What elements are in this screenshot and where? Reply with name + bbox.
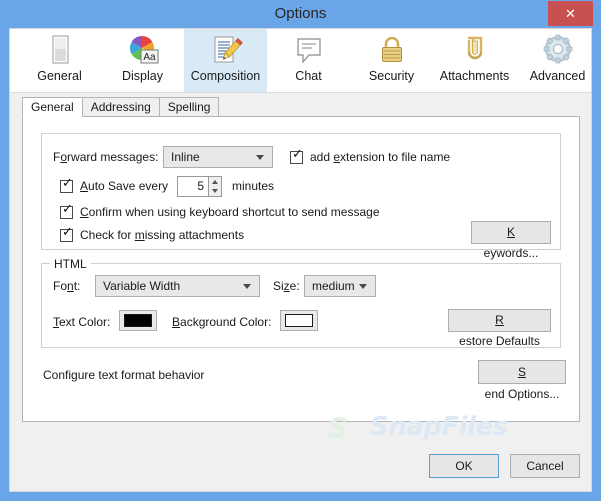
checkmark-icon: ✓: [62, 176, 73, 191]
svg-text:Aa: Aa: [143, 52, 156, 63]
check-missing-attachments-label: Check for missing attachments: [80, 228, 245, 242]
text-color-label: Text Color:: [53, 315, 111, 329]
font-label: Font:: [53, 279, 81, 293]
document-page-icon: [43, 34, 77, 66]
category-toolbar: General Aa Display Composition Chat Secu…: [10, 29, 591, 93]
toolbar-item-label: Composition: [190, 69, 261, 83]
background-color-swatch-button[interactable]: [280, 310, 318, 331]
forward-messages-label: Forward messages:: [53, 150, 159, 164]
text-color-swatch: [124, 314, 152, 327]
tab-addressing[interactable]: Addressing: [81, 97, 160, 117]
auto-save-minutes-stepper[interactable]: [209, 176, 222, 197]
close-button[interactable]: ✕: [548, 1, 593, 26]
confirm-shortcut-label: Confirm when using keyboard shortcut to …: [80, 205, 380, 219]
chevron-down-icon: [243, 284, 251, 289]
checkbox-box: ✓: [60, 176, 73, 193]
auto-save-minutes-input[interactable]: 5: [177, 176, 209, 197]
pencil-document-icon: [209, 34, 243, 66]
ok-button[interactable]: OK: [429, 454, 499, 478]
general-options-groupbox: Forward messages: Inline ✓ add extension…: [41, 133, 561, 260]
checkbox-box: ✓: [290, 147, 303, 164]
font-select[interactable]: Variable Width: [95, 275, 260, 297]
tab-panel-general: Forward messages: Inline ✓ add extension…: [22, 116, 580, 422]
auto-save-label: Auto Save every: [80, 179, 169, 193]
text-color-swatch-button[interactable]: [119, 310, 157, 331]
send-options-button-label: Send Options...: [484, 365, 560, 401]
keywords-button[interactable]: Keywords...: [471, 221, 551, 260]
forward-messages-select[interactable]: Inline: [163, 146, 273, 168]
title-bar: Options ✕: [0, 0, 601, 28]
checkbox-box: ✓: [60, 202, 73, 219]
tab-strip: General Addressing Spelling: [22, 97, 220, 117]
color-wheel-aa-icon: Aa: [126, 34, 160, 66]
size-select[interactable]: medium: [304, 275, 376, 297]
chevron-down-icon: [256, 155, 264, 160]
toolbar-item-advanced[interactable]: Advanced: [516, 29, 599, 92]
toolbar-item-composition[interactable]: Composition: [184, 29, 267, 92]
tab-spelling[interactable]: Spelling: [158, 97, 220, 117]
add-extension-label: add extension to file name: [310, 150, 451, 164]
checkmark-icon: ✓: [62, 225, 73, 240]
size-label: Size:: [273, 279, 300, 293]
cancel-button[interactable]: Cancel: [510, 454, 580, 478]
paperclip-icon: [458, 34, 492, 66]
close-icon: ✕: [565, 6, 576, 21]
forward-messages-value: Inline: [171, 150, 200, 164]
checkbox-box: ✓: [60, 225, 73, 242]
gear-icon: [541, 34, 575, 66]
toolbar-item-security[interactable]: Security: [350, 29, 433, 92]
configure-text-format-label: Configure text format behavior: [43, 368, 205, 382]
toolbar-item-label: Advanced: [529, 69, 586, 83]
options-dialog-window: Options ✕ General Aa Display Composition…: [0, 0, 601, 501]
keywords-button-label: Keywords...: [483, 225, 539, 260]
size-value: medium: [312, 279, 355, 293]
background-color-label: Background Color:: [172, 315, 272, 329]
toolbar-item-label: Attachments: [439, 69, 510, 83]
speech-bubble-icon: [292, 34, 326, 66]
html-groupbox: HTML Font: Variable Width Size: medium T…: [41, 257, 561, 348]
toolbar-item-label: Security: [368, 69, 415, 83]
stepper-up-icon[interactable]: [212, 180, 218, 184]
toolbar-item-general[interactable]: General: [18, 29, 101, 92]
toolbar-item-display[interactable]: Aa Display: [101, 29, 184, 92]
padlock-icon: [375, 34, 409, 66]
tab-general[interactable]: General: [22, 97, 83, 117]
window-title: Options: [274, 5, 327, 22]
html-groupbox-legend: HTML: [50, 257, 91, 271]
checkmark-icon: ✓: [292, 147, 303, 162]
toolbar-item-label: General: [37, 69, 82, 83]
auto-save-minutes-value: 5: [197, 179, 204, 193]
chevron-down-icon: [359, 284, 367, 289]
restore-defaults-button-label: Restore Defaults: [459, 313, 540, 348]
checkmark-icon: ✓: [62, 202, 73, 217]
toolbar-item-attachments[interactable]: Attachments: [433, 29, 516, 92]
toolbar-item-label: Display: [122, 69, 163, 83]
toolbar-item-chat[interactable]: Chat: [267, 29, 350, 92]
background-color-swatch: [285, 314, 313, 327]
send-options-button[interactable]: Send Options...: [478, 360, 566, 401]
dialog-client-area: General Aa Display Composition Chat Secu…: [9, 28, 592, 492]
stepper-down-icon[interactable]: [212, 189, 218, 193]
auto-save-unit-label: minutes: [232, 179, 275, 193]
font-value: Variable Width: [103, 279, 181, 293]
toolbar-item-label: Chat: [295, 69, 322, 83]
restore-defaults-button[interactable]: Restore Defaults: [448, 309, 551, 348]
